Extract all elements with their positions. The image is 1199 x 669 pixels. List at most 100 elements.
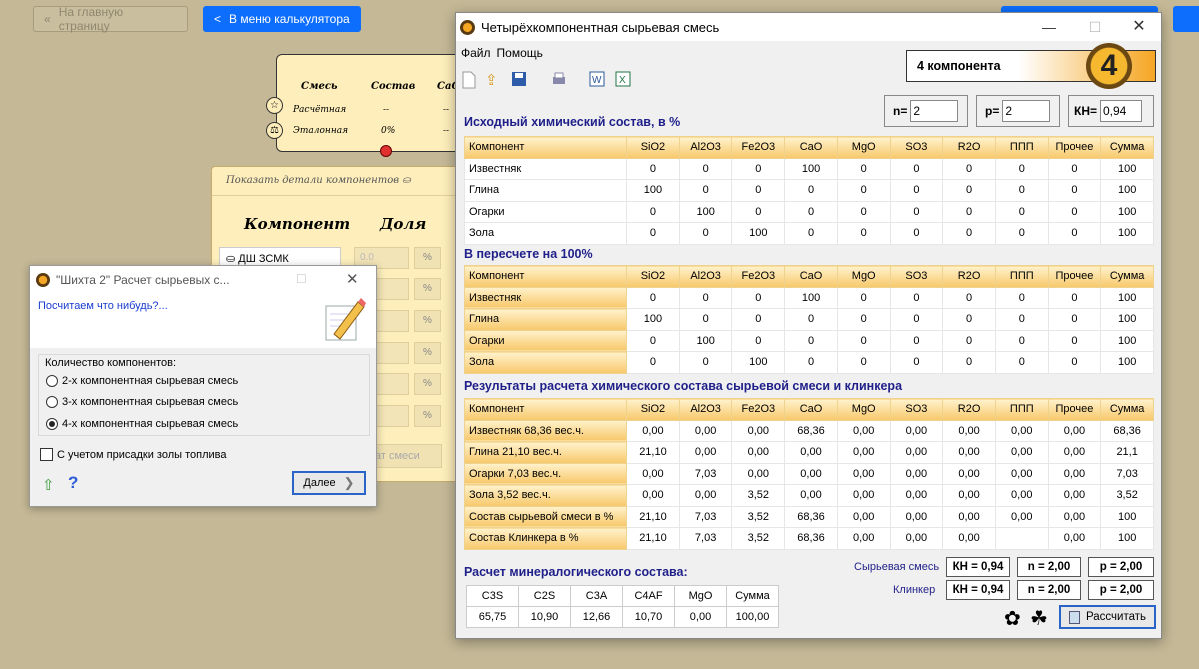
table-cell[interactable]: 0 [731, 157, 786, 180]
table-cell[interactable]: 0,00 [889, 462, 944, 485]
table-cell[interactable]: 0 [942, 179, 996, 202]
table-cell[interactable]: 0 [889, 200, 944, 223]
table-cell[interactable]: 0,00 [836, 419, 891, 442]
radio-3-components[interactable]: 3-х компонентная сырьевая смесь [46, 396, 238, 408]
table-cell[interactable]: 100 [1100, 157, 1154, 180]
table-cell[interactable]: 0 [994, 222, 1049, 245]
table-cell[interactable]: 0,00 [731, 441, 786, 464]
table-cell[interactable]: 100 [626, 179, 680, 202]
table-cell[interactable]: 0 [731, 179, 786, 202]
table-cell[interactable]: 0,00 [942, 462, 996, 485]
table-cell[interactable]: 0,00 [1047, 419, 1102, 442]
table-cell[interactable]: 21,10 [626, 441, 680, 464]
table-cell[interactable]: 0,00 [678, 419, 733, 442]
table-cell[interactable]: 0 [836, 286, 891, 309]
table-cell[interactable]: 100 [1100, 179, 1154, 202]
table-cell[interactable]: 100 [1100, 200, 1154, 223]
table-cell[interactable]: 7,03 [678, 527, 733, 550]
table-cell[interactable]: 0,00 [889, 441, 944, 464]
maximize-icon[interactable]: ☐ [296, 272, 307, 286]
table-cell[interactable]: 0 [836, 351, 891, 374]
help-icon[interactable]: ? [68, 473, 78, 493]
table-cell[interactable]: 0 [836, 329, 891, 352]
table-cell[interactable]: 0 [942, 351, 996, 374]
table-cell[interactable]: 0,00 [1047, 462, 1102, 485]
table-cell[interactable]: 0,00 [994, 419, 1049, 442]
table-cell[interactable]: 100 [678, 200, 733, 223]
table-cell[interactable]: 0,00 [889, 505, 944, 528]
show-details-link[interactable]: Показать детали компонентов ⛀ [226, 175, 411, 186]
table-cell[interactable]: 21,10 [626, 527, 680, 550]
table-cell[interactable]: 0,00 [836, 505, 891, 528]
table-cell[interactable]: 0 [1047, 286, 1102, 309]
table-cell[interactable]: 0,00 [1047, 484, 1102, 507]
table-cell[interactable]: 0,00 [942, 505, 996, 528]
table-cell[interactable]: 0 [784, 222, 838, 245]
table-cell[interactable]: 0 [784, 351, 838, 374]
table-cell[interactable]: 0,00 [942, 441, 996, 464]
table-cell[interactable]: 0,00 [942, 484, 996, 507]
table-cell[interactable]: 0,00 [942, 527, 996, 550]
table-cell[interactable]: 100 [1100, 329, 1154, 352]
table-cell[interactable]: 0 [1047, 308, 1102, 331]
table-cell[interactable]: 0,00 [889, 527, 944, 550]
options-icon[interactable]: ☘ [1030, 606, 1048, 631]
table-cell[interactable]: 0 [678, 179, 733, 202]
settings-gear-icon[interactable]: ✿ [1004, 606, 1021, 631]
table-cell[interactable]: 100 [1100, 286, 1154, 309]
table-cell[interactable]: 0 [994, 157, 1049, 180]
table-cell[interactable]: 0,00 [889, 484, 944, 507]
table-cell[interactable]: 0,00 [994, 484, 1049, 507]
table-cell[interactable]: 100 [626, 308, 680, 331]
table-cell[interactable]: 0,00 [784, 462, 838, 485]
table-cell[interactable]: 0,00 [784, 484, 838, 507]
table-cell[interactable]: 0 [889, 179, 944, 202]
table-cell[interactable]: 68,36 [1100, 419, 1154, 442]
calculator-menu-button[interactable]: < В меню калькулятора [203, 6, 361, 32]
table-cell[interactable]: 0,00 [994, 462, 1049, 485]
table-cell[interactable]: 100 [784, 157, 838, 180]
table-cell[interactable]: 0 [626, 286, 680, 309]
table-cell[interactable]: 0,00 [731, 419, 786, 442]
table-cell[interactable]: 0 [889, 286, 944, 309]
table-cell[interactable]: 0 [678, 308, 733, 331]
close-icon[interactable]: ✕ [346, 270, 359, 288]
table-cell[interactable]: 0 [994, 351, 1049, 374]
table-cell[interactable]: 7,03 [1100, 462, 1154, 485]
menu-file[interactable]: Файл [461, 46, 491, 60]
table-cell[interactable]: 0,00 [1047, 527, 1102, 550]
table-cell[interactable]: 100 [1100, 308, 1154, 331]
table-cell[interactable]: 0 [731, 329, 786, 352]
table-cell[interactable]: 0 [731, 286, 786, 309]
table-cell[interactable]: 0 [994, 200, 1049, 223]
table-cell[interactable]: 0,00 [678, 484, 733, 507]
table-cell[interactable]: 0,00 [1047, 441, 1102, 464]
table-cell[interactable]: 0 [1047, 179, 1102, 202]
header-button-2[interactable] [1173, 6, 1199, 32]
table-cell[interactable]: 0 [1047, 329, 1102, 352]
table-cell[interactable]: 68,36 [784, 419, 838, 442]
table-cell[interactable]: 0 [836, 222, 891, 245]
ash-checkbox[interactable]: С учетом присадки золы топлива [40, 448, 226, 461]
table-cell[interactable]: 0 [1047, 222, 1102, 245]
dialog-link[interactable]: Посчитаем что нибудь?... [38, 300, 168, 312]
save-icon[interactable] [511, 71, 529, 89]
maximize-icon[interactable]: ☐ [1072, 13, 1118, 41]
table-cell[interactable]: 100 [1100, 505, 1154, 528]
table-cell[interactable]: 0 [1047, 200, 1102, 223]
table-cell[interactable]: 0 [994, 286, 1049, 309]
minimize-icon[interactable]: — [1026, 13, 1072, 41]
table-cell[interactable]: 0,00 [994, 505, 1049, 528]
table-cell[interactable]: 0,00 [836, 462, 891, 485]
table-cell[interactable]: 0 [731, 308, 786, 331]
table-cell[interactable]: 0 [784, 308, 838, 331]
print-icon[interactable] [551, 71, 569, 89]
table-cell[interactable]: 0 [942, 157, 996, 180]
table-cell[interactable]: 3,52 [731, 527, 786, 550]
n-input[interactable]: 2 [910, 100, 959, 122]
table-cell[interactable]: 0 [889, 157, 944, 180]
table-cell[interactable]: 0 [784, 179, 838, 202]
table-cell[interactable]: 0 [994, 308, 1049, 331]
table-cell[interactable]: 0 [626, 329, 680, 352]
table-cell[interactable]: 0 [889, 308, 944, 331]
